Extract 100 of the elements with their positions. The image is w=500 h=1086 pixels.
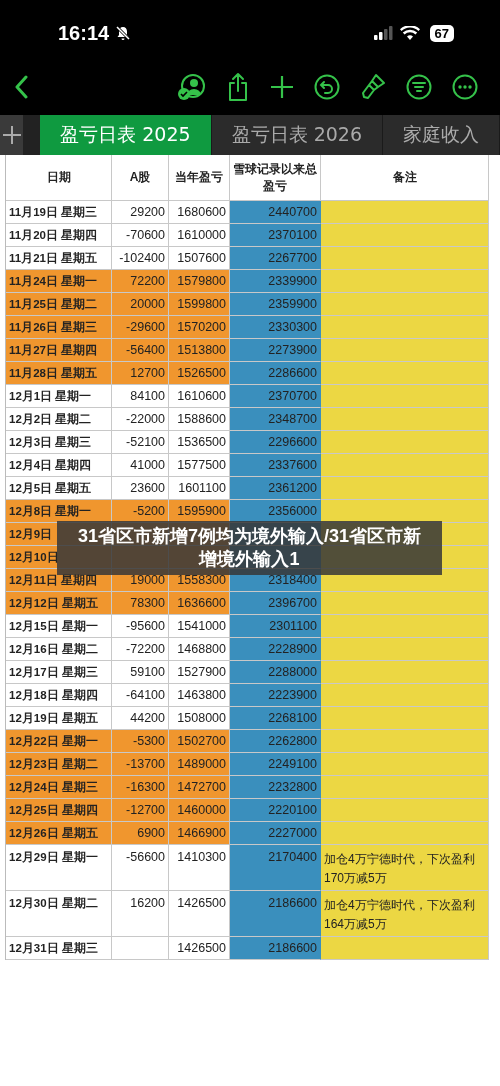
table-cell: 12月5日 星期五 xyxy=(6,477,112,500)
table-cell: 2220100 xyxy=(230,799,321,822)
table-cell: 2337600 xyxy=(230,454,321,477)
table-cell: 1577500 xyxy=(169,454,230,477)
column-header: A股 xyxy=(112,155,169,201)
table-cell: 12月25日 星期四 xyxy=(6,799,112,822)
table-cell: 12月23日 星期二 xyxy=(6,753,112,776)
table-cell: 加仓4万宁德时代，下次盈利164万减5万 xyxy=(321,891,489,937)
collaborate-icon[interactable] xyxy=(176,71,206,102)
table-cell: 2440700 xyxy=(230,201,321,224)
table-cell: 2288000 xyxy=(230,661,321,684)
table-cell: 1463800 xyxy=(169,684,230,707)
table-cell: 2170400 xyxy=(230,845,321,891)
table-cell: 84100 xyxy=(112,385,169,408)
table-cell: 2186600 xyxy=(230,891,321,937)
sheet-tab[interactable]: 盈亏日表 2026 xyxy=(211,115,383,155)
table-cell: 1472700 xyxy=(169,776,230,799)
table-cell: -70600 xyxy=(112,224,169,247)
table-cell: -16300 xyxy=(112,776,169,799)
battery-level: 67 xyxy=(429,24,454,42)
table-cell: 1426500 xyxy=(169,937,230,960)
table-cell: 11月19日 星期三 xyxy=(6,201,112,224)
table-cell: 1489000 xyxy=(169,753,230,776)
add-icon[interactable] xyxy=(270,74,294,99)
clock-time: 16:14 xyxy=(58,21,110,45)
table-cell: 12月15日 星期一 xyxy=(6,615,112,638)
table-cell: -12700 xyxy=(112,799,169,822)
table-cell: -64100 xyxy=(112,684,169,707)
table-cell: 78300 xyxy=(112,592,169,615)
table-cell: 23600 xyxy=(112,477,169,500)
column-header: 备注 xyxy=(321,155,489,201)
table-cell: 11月21日 星期五 xyxy=(6,247,112,270)
add-icon xyxy=(1,125,22,145)
caption-banner: 31省区市新增7例均为境外输入/31省区市新增境外输入1 xyxy=(57,521,442,575)
table-cell: -102400 xyxy=(112,247,169,270)
table-cell: 1410300 xyxy=(169,845,230,891)
sheet-tab[interactable]: 盈亏日表 2025 xyxy=(40,115,212,155)
table-cell: 1680600 xyxy=(169,201,230,224)
table-cell: 11月28日 星期五 xyxy=(6,362,112,385)
sheet-tab[interactable]: 家庭收入 xyxy=(383,115,500,155)
table-cell: 12月18日 星期四 xyxy=(6,684,112,707)
undo-icon[interactable] xyxy=(314,73,340,100)
table-cell: 12月26日 星期五 xyxy=(6,822,112,845)
table-cell: -56600 xyxy=(112,845,169,891)
table-cell: 1610600 xyxy=(169,385,230,408)
table-cell: -22000 xyxy=(112,408,169,431)
column-header: 雪球记录以来总盈亏 xyxy=(230,155,321,201)
table-cell: 2296600 xyxy=(230,431,321,454)
table-cell: -95600 xyxy=(112,615,169,638)
table-cell: 41000 xyxy=(112,454,169,477)
table-cell: 2273900 xyxy=(230,339,321,362)
table-cell: -5300 xyxy=(112,730,169,753)
table-cell: 2232800 xyxy=(230,776,321,799)
share-icon[interactable] xyxy=(226,71,250,102)
table-cell: 2186600 xyxy=(230,937,321,960)
table-cell: 12月8日 星期一 xyxy=(6,500,112,523)
table-cell: -52100 xyxy=(112,431,169,454)
table-cell: 1468800 xyxy=(169,638,230,661)
table-cell: 29200 xyxy=(112,201,169,224)
table-cell: 12月30日 星期二 xyxy=(6,891,112,937)
column-header: 日期 xyxy=(6,155,112,201)
table-cell: 2301100 xyxy=(230,615,321,638)
filter-icon[interactable] xyxy=(406,73,432,100)
table-cell: 11月24日 星期一 xyxy=(6,270,112,293)
table-cell: -56400 xyxy=(112,339,169,362)
table-cell: 2227000 xyxy=(230,822,321,845)
table-cell: 44200 xyxy=(112,707,169,730)
back-icon[interactable] xyxy=(14,74,28,99)
table-cell: 1588600 xyxy=(169,408,230,431)
more-icon[interactable] xyxy=(452,73,478,100)
table-cell: 1610000 xyxy=(169,224,230,247)
table-cell: 12月29日 星期一 xyxy=(6,845,112,891)
table-cell: 12月4日 星期四 xyxy=(6,454,112,477)
table-cell: 12月12日 星期五 xyxy=(6,592,112,615)
table-cell: 12月2日 星期二 xyxy=(6,408,112,431)
table-cell: 1536500 xyxy=(169,431,230,454)
table-cell: 11月26日 星期三 xyxy=(6,316,112,339)
table-cell: 2361200 xyxy=(230,477,321,500)
table-cell: 11月25日 星期二 xyxy=(6,293,112,316)
table-cell: 1541000 xyxy=(169,615,230,638)
table-cell: 2370700 xyxy=(230,385,321,408)
table-cell: 1513800 xyxy=(169,339,230,362)
table-cell: 加仓4万宁德时代，下次盈利170万减5万 xyxy=(321,845,489,891)
signal-icon xyxy=(373,26,394,40)
table-cell: 2396700 xyxy=(230,592,321,615)
table-cell: 72200 xyxy=(112,270,169,293)
table-cell: 1527900 xyxy=(169,661,230,684)
table-cell: 1599800 xyxy=(169,293,230,316)
table-cell: 12月3日 星期三 xyxy=(6,431,112,454)
add-sheet-button[interactable] xyxy=(0,115,24,155)
table-cell: 2268100 xyxy=(230,707,321,730)
paintbrush-icon[interactable] xyxy=(360,72,386,101)
table-cell: 2348700 xyxy=(230,408,321,431)
table-cell: 2359900 xyxy=(230,293,321,316)
table-cell: 2228900 xyxy=(230,638,321,661)
table-cell: 1460000 xyxy=(169,799,230,822)
table-cell: 1636600 xyxy=(169,592,230,615)
table-cell: 6900 xyxy=(112,822,169,845)
table-cell: 2356000 xyxy=(230,500,321,523)
table-cell: 1526500 xyxy=(169,362,230,385)
